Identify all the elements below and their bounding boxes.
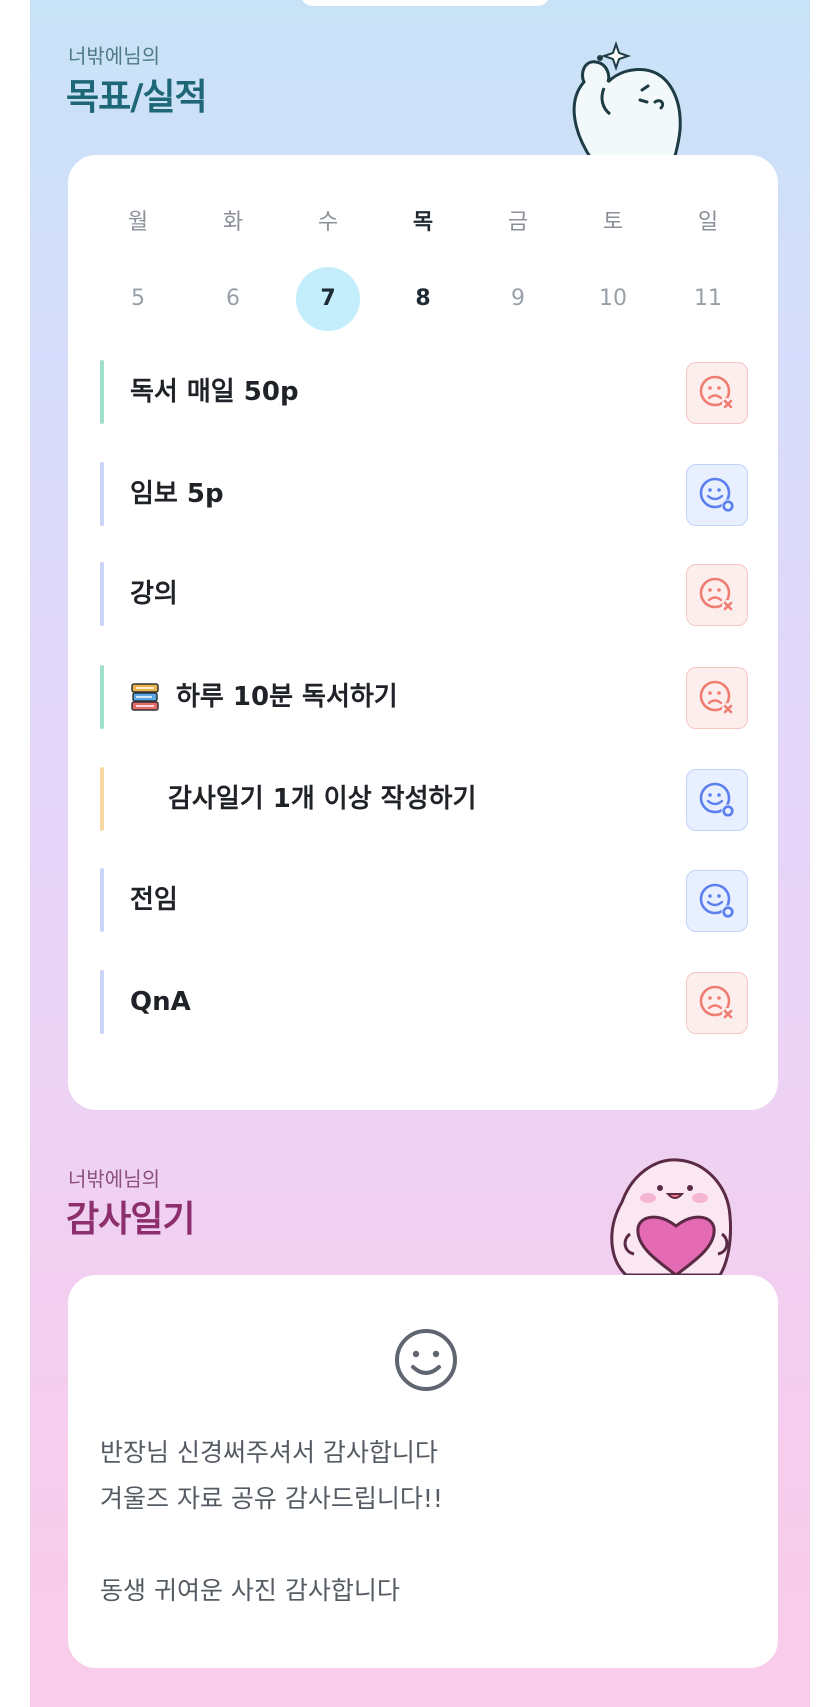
gratitude-line: 동생 귀여운 사진 감사합니다	[100, 1576, 400, 1605]
gratitude-title: 감사일기	[66, 1199, 195, 1240]
day-thu-today[interactable]: 목 8	[388, 203, 458, 331]
day-number: 9	[511, 286, 525, 311]
day-sun[interactable]: 일 11	[673, 203, 743, 331]
goals-subtitle: 너밖에님의	[68, 44, 160, 68]
goal-color-bar	[100, 970, 104, 1034]
goal-color-bar	[100, 665, 104, 729]
week-calendar: 월 5 화 6 수 7 목 8 금 9 토 10 일 11	[103, 203, 743, 331]
page-background: 너밖에님의 목표/실적 월 5 화 6 수 7 목 8 금 9 토 10 일 1…	[30, 0, 810, 1707]
goal-row[interactable]: 하루 10분 독서하기	[100, 665, 748, 729]
goal-row[interactable]: QnA	[100, 970, 748, 1034]
status-fail-button[interactable]	[686, 972, 748, 1034]
goal-label: 전임	[130, 885, 178, 915]
gratitude-line	[100, 1522, 443, 1568]
day-number: 7	[296, 267, 360, 331]
day-of-week-label: 수	[317, 210, 339, 235]
smile-face-success-icon	[699, 477, 735, 513]
status-fail-button[interactable]	[686, 362, 748, 424]
book-stack-icon	[131, 683, 159, 711]
goal-color-bar	[100, 562, 104, 626]
gratitude-entry-text: 반장님 신경써주셔서 감사합니다 겨울즈 자료 공유 감사드립니다!! 동생 귀…	[100, 1430, 443, 1614]
gratitude-subtitle: 너밖에님의	[68, 1167, 160, 1191]
goal-color-bar	[100, 462, 104, 526]
goals-card: 월 5 화 6 수 7 목 8 금 9 토 10 일 11 독서 매일 50p …	[68, 155, 778, 1110]
day-number: 8	[415, 286, 431, 311]
day-number: 6	[226, 286, 240, 311]
sad-face-fail-icon	[699, 375, 734, 410]
day-of-week-label: 화	[222, 210, 244, 235]
day-number: 10	[599, 286, 627, 311]
day-sat[interactable]: 토 10	[578, 203, 648, 331]
gratitude-line: 겨울즈 자료 공유 감사드립니다!!	[100, 1484, 443, 1513]
status-success-button[interactable]	[686, 870, 748, 932]
day-of-week-label: 일	[697, 210, 719, 235]
status-success-button[interactable]	[686, 769, 748, 831]
gratitude-line: 반장님 신경써주셔서 감사합니다	[100, 1438, 438, 1467]
goal-label: 임보 5p	[130, 479, 224, 509]
sad-face-fail-icon	[699, 985, 734, 1020]
status-fail-button[interactable]	[686, 564, 748, 626]
goal-row[interactable]: 독서 매일 50p	[100, 360, 748, 424]
top-handle	[300, 0, 550, 6]
day-number: 5	[131, 286, 145, 311]
day-of-week-label: 월	[127, 210, 149, 235]
day-of-week-label: 목	[412, 210, 434, 235]
goal-row[interactable]: 전임	[100, 868, 748, 932]
goal-label: 감사일기 1개 이상 작성하기	[168, 784, 477, 814]
goal-label: 독서 매일 50p	[130, 377, 299, 407]
goal-row[interactable]: 임보 5p	[100, 462, 748, 526]
goals-title: 목표/실적	[66, 77, 208, 118]
goal-label: 하루 10분 독서하기	[176, 682, 398, 712]
smile-face-success-icon	[699, 782, 735, 818]
day-of-week-label: 토	[602, 210, 624, 235]
goal-label: QnA	[130, 987, 191, 1017]
status-success-button[interactable]	[686, 464, 748, 526]
day-tue[interactable]: 화 6	[198, 203, 268, 331]
goal-row[interactable]: 감사일기 1개 이상 작성하기	[100, 767, 748, 831]
sad-face-fail-icon	[699, 680, 734, 715]
mascot-heart-icon	[610, 1158, 732, 1275]
goal-row[interactable]: 강의	[100, 562, 748, 626]
goal-color-bar	[100, 360, 104, 424]
day-mon[interactable]: 월 5	[103, 203, 173, 331]
smile-face-icon[interactable]	[393, 1327, 459, 1393]
goal-color-bar	[100, 767, 104, 831]
goal-label: 강의	[130, 579, 178, 609]
day-wed-selected[interactable]: 수 7	[293, 203, 363, 331]
gratitude-card: 반장님 신경써주셔서 감사합니다 겨울즈 자료 공유 감사드립니다!! 동생 귀…	[68, 1275, 778, 1668]
status-fail-button[interactable]	[686, 667, 748, 729]
sad-face-fail-icon	[699, 577, 734, 612]
mascot-character-icon	[572, 40, 682, 160]
day-of-week-label: 금	[507, 210, 529, 235]
smile-face-success-icon	[699, 883, 735, 919]
day-number: 11	[694, 286, 722, 311]
day-fri[interactable]: 금 9	[483, 203, 553, 331]
goal-color-bar	[100, 868, 104, 932]
